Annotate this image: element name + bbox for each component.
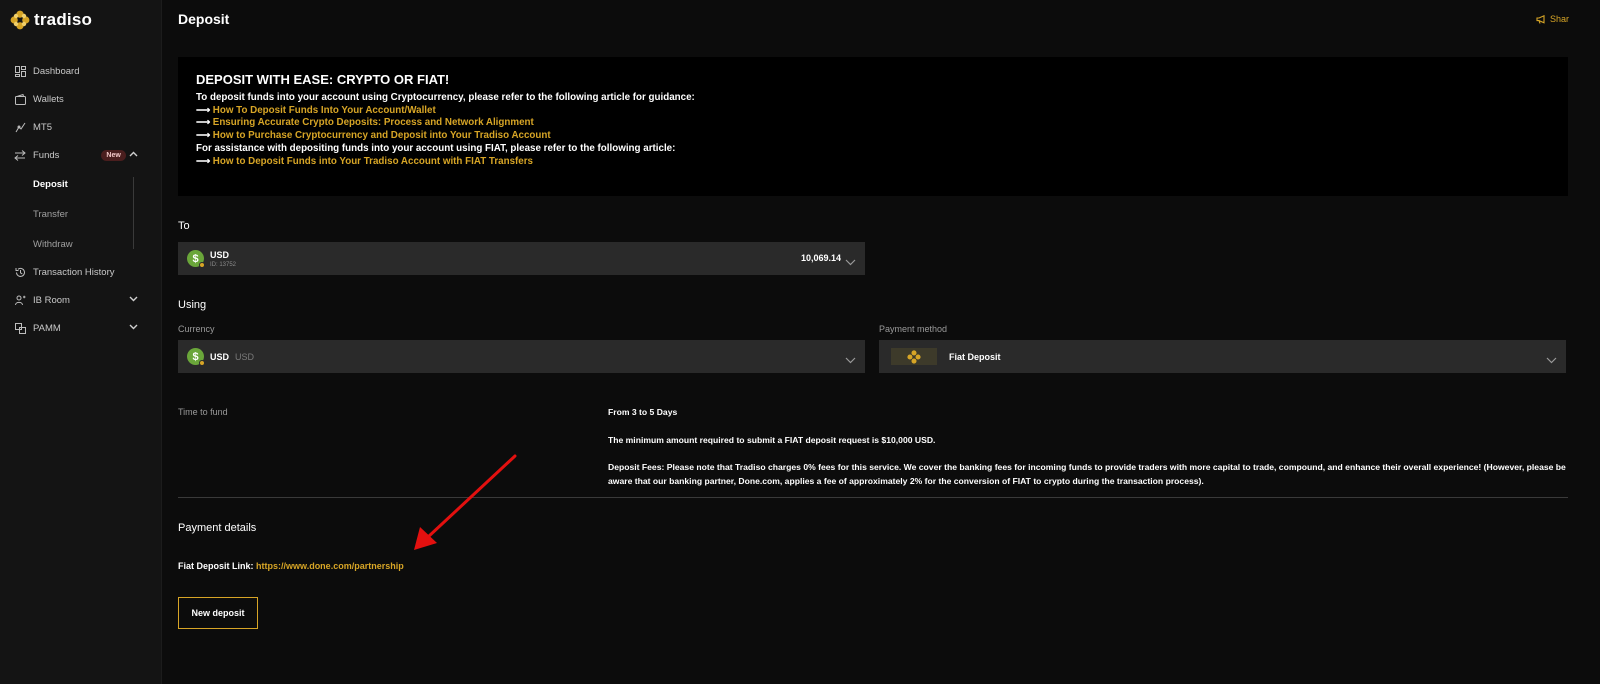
payment-method-label: Payment method <box>879 324 948 334</box>
banner-title: DEPOSIT WITH EASE: CRYPTO OR FIAT! <box>196 72 450 87</box>
sidebar-item-ib-room[interactable]: IB Room <box>14 290 148 310</box>
new-deposit-button[interactable]: New deposit <box>178 597 258 629</box>
banner-fiat-intro: For assistance with depositing funds int… <box>196 142 676 154</box>
currency-value: USD <box>210 351 230 362</box>
payment-method-select[interactable]: Fiat Deposit <box>879 340 1566 373</box>
brand-name: tradiso <box>34 10 93 29</box>
to-account-select[interactable]: $ USD ID: 13752 10,069.14 <box>178 242 865 275</box>
usd-coin-icon: $ <box>187 250 205 268</box>
pamm-icon <box>14 322 26 334</box>
banner-link-deposit-funds[interactable]: How To Deposit Funds Into Your Account/W… <box>213 105 436 116</box>
sidebar-item-wallets[interactable]: Wallets <box>14 89 148 109</box>
sidebar-item-label: MT5 <box>33 121 52 133</box>
sidebar-item-funds[interactable]: Funds New <box>14 145 148 165</box>
sidebar-item-dashboard[interactable]: Dashboard <box>14 61 148 81</box>
chevron-down-icon[interactable] <box>129 294 138 305</box>
mt5-icon <box>14 121 26 133</box>
banner-crypto-intro: To deposit funds into your account using… <box>196 92 695 103</box>
time-to-fund-value: From 3 to 5 Days <box>608 407 678 417</box>
fiat-deposit-link[interactable]: https://www.done.com/partnership <box>256 561 404 571</box>
banner-link-accurate-crypto[interactable]: Ensuring Accurate Crypto Deposits: Proce… <box>213 117 534 128</box>
sidebar-item-label: IB Room <box>33 294 70 306</box>
deposit-fees-text-line1: Deposit Fees: Please note that Tradiso c… <box>608 462 1566 472</box>
arrow-right-icon: ⟶ <box>196 155 211 167</box>
usd-coin-icon: $ <box>187 348 205 366</box>
page-title: Deposit <box>178 11 230 27</box>
fiat-deposit-link-label: Fiat Deposit Link: <box>178 561 254 571</box>
to-section-label: To <box>178 220 190 232</box>
using-section-label: Using <box>178 299 207 311</box>
chevron-down-icon <box>1546 351 1557 369</box>
wallet-icon <box>14 93 26 105</box>
account-name: USD <box>210 249 230 260</box>
dashboard-icon <box>14 65 26 77</box>
deposit-fees-text-line2: aware that our banking partner, Done.com… <box>608 476 1204 486</box>
sidebar-item-label: Funds <box>33 149 60 161</box>
sidebar-subitem-transfer[interactable]: Transfer <box>33 209 68 220</box>
sidebar-item-label: PAMM <box>33 322 61 334</box>
banner-link-row: ⟶ How to Purchase Cryptocurrency and Dep… <box>196 130 1568 143</box>
sidebar-subitem-withdraw[interactable]: Withdraw <box>33 239 73 250</box>
sidebar-item-label: Wallets <box>33 93 64 105</box>
minimum-amount-text: The minimum amount required to submit a … <box>608 435 936 445</box>
account-balance: 10,069.14 <box>800 253 841 263</box>
fiat-deposit-link-row: Fiat Deposit Link: https://www.done.com/… <box>178 561 404 571</box>
tradiso-logo-icon <box>10 10 30 30</box>
brand-logo[interactable]: tradiso <box>10 10 92 30</box>
payment-details-title: Payment details <box>178 522 257 534</box>
time-to-fund-label: Time to fund <box>178 407 228 417</box>
megaphone-icon <box>1536 14 1545 24</box>
banner-link-row: ⟶ Ensuring Accurate Crypto Deposits: Pro… <box>196 117 1568 130</box>
chevron-down-icon <box>845 253 856 271</box>
currency-label: Currency <box>178 324 215 334</box>
ib-room-icon <box>14 294 26 306</box>
account-info: USD ID: 13752 <box>210 250 236 268</box>
banner-link-row: ⟶ How To Deposit Funds Into Your Account… <box>196 105 1568 118</box>
sidebar-item-mt5[interactable]: MT5 <box>14 117 148 137</box>
chevron-down-icon[interactable] <box>129 322 138 333</box>
history-icon <box>14 266 26 278</box>
info-banner: DEPOSIT WITH EASE: CRYPTO OR FIAT! To de… <box>178 57 1568 196</box>
sidebar-subitem-deposit[interactable]: Deposit <box>33 179 68 190</box>
section-divider <box>178 497 1568 498</box>
banner-link-row: ⟶ How to Deposit Funds into Your Tradiso… <box>196 156 1568 169</box>
currency-sub: USD <box>235 351 255 362</box>
arrow-right-icon: ⟶ <box>196 104 211 116</box>
currency-select[interactable]: $ USD USD <box>178 340 865 373</box>
transfer-arrows-icon <box>14 149 26 161</box>
new-badge: New <box>101 149 126 161</box>
sidebar-item-pamm[interactable]: PAMM <box>14 318 148 338</box>
sidebar: tradiso Dashboard Wallets MT5 Funds New … <box>0 0 162 684</box>
sidebar-item-label: Transaction History <box>33 266 115 278</box>
payment-method-value: Fiat Deposit <box>949 351 1001 362</box>
sidebar-item-label: Dashboard <box>33 65 80 77</box>
fiat-deposit-logo-icon <box>891 348 937 365</box>
submenu-divider <box>133 177 134 249</box>
sidebar-item-transaction-history[interactable]: Transaction History <box>14 262 148 282</box>
chevron-down-icon <box>845 351 856 369</box>
banner-link-fiat-transfers[interactable]: How to Deposit Funds into Your Tradiso A… <box>213 156 533 167</box>
share-label: Shar <box>1550 14 1570 24</box>
arrow-right-icon: ⟶ <box>196 117 211 129</box>
share-button[interactable]: Shar <box>1536 14 1569 24</box>
chevron-up-icon[interactable] <box>129 149 138 160</box>
account-id: ID: 13752 <box>210 261 237 268</box>
banner-link-purchase-crypto[interactable]: How to Purchase Cryptocurrency and Depos… <box>213 130 551 141</box>
arrow-right-icon: ⟶ <box>196 130 211 142</box>
